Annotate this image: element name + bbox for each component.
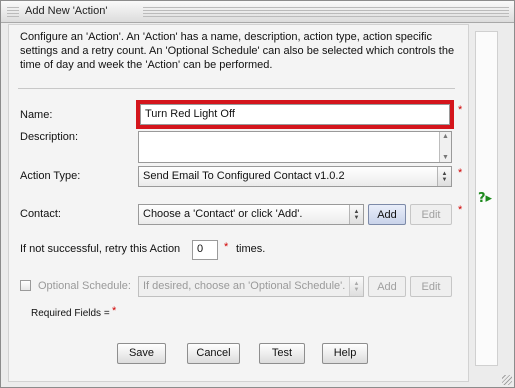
description-textarea[interactable]: ▲ ▼ xyxy=(138,131,452,163)
required-note-marker: * xyxy=(112,305,117,317)
contact-add-button[interactable]: Add xyxy=(368,204,406,225)
optional-schedule-checkbox[interactable] xyxy=(20,280,31,291)
action-type-label: Action Type: xyxy=(20,170,81,182)
save-button[interactable]: Save xyxy=(117,343,166,364)
title-grip-right xyxy=(143,7,509,17)
contact-value: Choose a 'Contact' or click 'Add'. xyxy=(143,208,303,220)
retry-count-input[interactable]: 0 xyxy=(192,240,218,260)
name-input[interactable]: Turn Red Light Off xyxy=(140,104,450,125)
add-action-dialog: Add New 'Action' Configure an 'Action'. … xyxy=(0,0,515,388)
retry-required-marker: * xyxy=(224,241,229,253)
updown-arrows-icon: ▲ ▼ xyxy=(349,205,363,224)
contact-select[interactable]: Choose a 'Contact' or click 'Add'. ▲ ▼ xyxy=(138,204,364,225)
resize-grip-icon[interactable] xyxy=(502,375,512,385)
description-scrollbar[interactable]: ▲ ▼ xyxy=(439,132,451,162)
updown-arrows-icon: ▲ ▼ xyxy=(437,167,451,186)
test-button[interactable]: Test xyxy=(259,343,305,364)
window-title: Add New 'Action' xyxy=(25,5,108,17)
help-button[interactable]: Help xyxy=(322,343,368,364)
scroll-up-icon[interactable]: ▲ xyxy=(442,132,449,141)
optional-schedule-select[interactable]: If desired, choose an 'Optional Schedule… xyxy=(138,276,364,297)
intro-text: Configure an 'Action'. An 'Action' has a… xyxy=(20,31,455,71)
cancel-button[interactable]: Cancel xyxy=(187,343,240,364)
contact-required-marker: * xyxy=(458,204,463,216)
schedule-add-button[interactable]: Add xyxy=(368,276,406,297)
contact-label: Contact: xyxy=(20,208,61,220)
scroll-down-icon[interactable]: ▼ xyxy=(442,153,449,162)
optional-schedule-value: If desired, choose an 'Optional Schedule… xyxy=(143,280,346,292)
title-grip-left xyxy=(7,7,19,17)
action-type-required-marker: * xyxy=(458,167,463,179)
contact-edit-button[interactable]: Edit xyxy=(410,204,452,225)
help-arrow-icon[interactable]: ?▸ xyxy=(478,191,492,206)
retry-suffix: times. xyxy=(236,243,266,255)
title-bar[interactable]: Add New 'Action' xyxy=(1,1,514,23)
schedule-edit-button[interactable]: Edit xyxy=(410,276,452,297)
description-label: Description: xyxy=(20,131,79,143)
name-label: Name: xyxy=(20,109,53,121)
updown-arrows-icon: ▲ ▼ xyxy=(349,277,363,296)
action-type-value: Send Email To Configured Contact v1.0.2 xyxy=(143,170,345,182)
divider xyxy=(18,88,455,89)
optional-schedule-label: Optional Schedule: xyxy=(38,280,131,292)
form-panel xyxy=(8,24,469,382)
name-required-marker: * xyxy=(458,104,463,116)
action-type-select[interactable]: Send Email To Configured Contact v1.0.2 … xyxy=(138,166,452,187)
required-fields-note: Required Fields = xyxy=(31,308,110,319)
retry-label: If not successful, retry this Action xyxy=(20,243,181,255)
